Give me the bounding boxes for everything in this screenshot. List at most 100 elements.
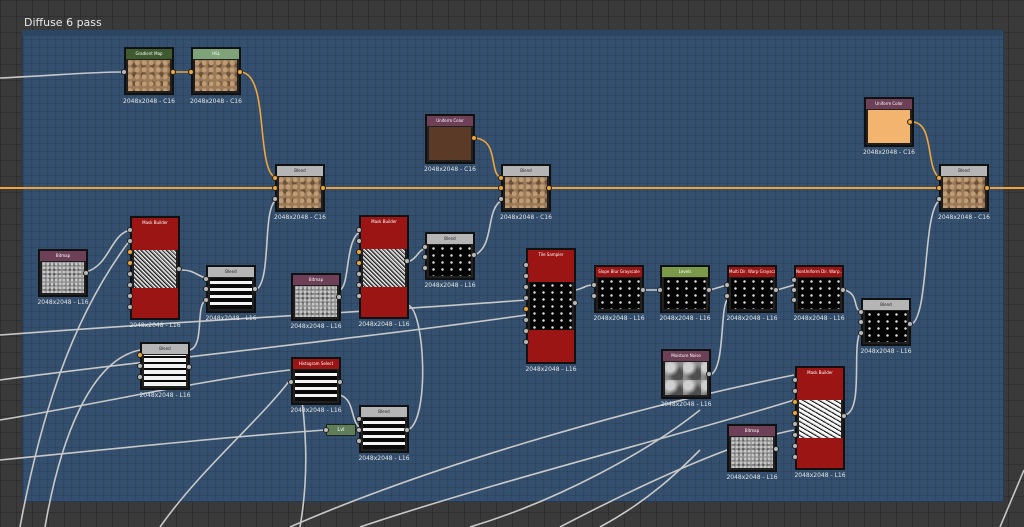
input-port[interactable] [523,328,529,334]
input-port[interactable] [356,227,362,233]
input-port[interactable] [356,438,362,444]
output-port[interactable] [984,185,990,191]
output-port[interactable] [336,294,342,300]
input-port[interactable] [792,432,798,438]
input-port[interactable] [523,284,529,290]
node-bitmap[interactable]: Bitmap [291,273,341,321]
input-port[interactable] [356,238,362,244]
input-port[interactable] [591,282,597,288]
input-port[interactable] [137,374,143,380]
input-port[interactable] [272,185,278,191]
input-port[interactable] [936,196,942,202]
output-port[interactable] [907,119,913,125]
output-port[interactable] [773,446,779,452]
input-port[interactable] [523,339,529,345]
input-port[interactable] [203,276,209,282]
input-port[interactable] [203,297,209,303]
input-port[interactable] [356,293,362,299]
input-port[interactable] [127,227,133,233]
node-moisture-noise[interactable]: Moisture Noise [661,349,711,399]
node-blend[interactable]: Blend [501,164,551,212]
input-port[interactable] [792,454,798,460]
node-blend[interactable]: Blend [359,405,409,453]
input-port[interactable] [127,238,133,244]
node-slope-blur[interactable]: Slope Blur Grayscale [594,265,644,313]
input-port[interactable] [127,260,133,266]
output-port[interactable] [170,69,176,75]
input-port[interactable] [936,175,942,181]
output-port[interactable] [83,270,89,276]
input-port[interactable] [523,317,529,323]
input-port[interactable] [498,185,504,191]
node-mask-builder[interactable]: Mask Builder [130,216,180,320]
output-port[interactable] [186,364,192,370]
input-port[interactable] [523,295,529,301]
node-mask-builder[interactable]: Mask Builder [795,366,845,470]
input-port[interactable] [792,399,798,405]
input-port[interactable] [791,297,797,303]
output-port[interactable] [404,427,410,433]
node-bitmap[interactable]: Bitmap [38,249,88,297]
output-port[interactable] [471,135,477,141]
input-port[interactable] [356,282,362,288]
input-port[interactable] [356,260,362,266]
input-port[interactable] [272,175,278,181]
input-port[interactable] [203,286,209,292]
node-blend[interactable]: Blend [275,164,325,212]
output-port[interactable] [706,371,712,377]
output-port[interactable] [471,252,477,258]
node-multi-dir-warp[interactable]: Multi Dir. Warp Grayscale [727,265,777,313]
input-port[interactable] [127,271,133,277]
input-port[interactable] [791,287,797,293]
output-port[interactable] [237,69,243,75]
output-port[interactable] [546,185,552,191]
input-port[interactable] [188,69,194,75]
node-gradient-map[interactable]: Gradient Map [124,47,174,95]
input-port[interactable] [356,427,362,433]
output-port[interactable] [640,287,646,293]
output-port[interactable] [773,287,779,293]
input-port[interactable] [127,304,133,310]
node-tile-sampler[interactable]: Tile Sampler [526,248,576,364]
input-port[interactable] [791,277,797,283]
input-port[interactable] [422,254,428,260]
input-port[interactable] [498,175,504,181]
input-port[interactable] [591,293,597,299]
input-port[interactable] [792,377,798,383]
input-port[interactable] [288,379,294,385]
input-port[interactable] [792,410,798,416]
input-port[interactable] [724,282,730,288]
input-port[interactable] [137,352,143,358]
input-port[interactable] [127,249,133,255]
node-blend[interactable]: Blend [939,164,989,212]
node-blend[interactable]: Blend [861,298,911,346]
input-port[interactable] [858,309,864,315]
node-uniform-color[interactable]: Uniform Color [425,114,475,164]
input-port[interactable] [858,330,864,336]
node-blend[interactable]: Blend [140,342,190,390]
input-port[interactable] [792,388,798,394]
input-port[interactable] [523,306,529,312]
node-nonuniform-dir-warp[interactable]: NonUniform Dir. Warp... [794,265,844,313]
input-port[interactable] [356,416,362,422]
output-port[interactable] [320,185,326,191]
output-port[interactable] [706,287,712,293]
input-port[interactable] [657,287,663,293]
node-bitmap[interactable]: Bitmap [727,424,777,472]
input-port[interactable] [323,427,329,433]
output-port[interactable] [841,413,847,419]
input-port[interactable] [121,69,127,75]
input-port[interactable] [272,196,278,202]
node-mask-builder[interactable]: Mask Builder [359,215,409,319]
input-port[interactable] [498,196,504,202]
node-levels[interactable]: Levels [660,265,710,313]
output-port[interactable] [907,321,913,327]
input-port[interactable] [356,249,362,255]
input-port[interactable] [127,282,133,288]
output-port[interactable] [840,287,846,293]
input-port[interactable] [724,293,730,299]
input-port[interactable] [936,185,942,191]
input-port[interactable] [422,244,428,250]
input-port[interactable] [137,363,143,369]
output-port[interactable] [404,258,410,264]
